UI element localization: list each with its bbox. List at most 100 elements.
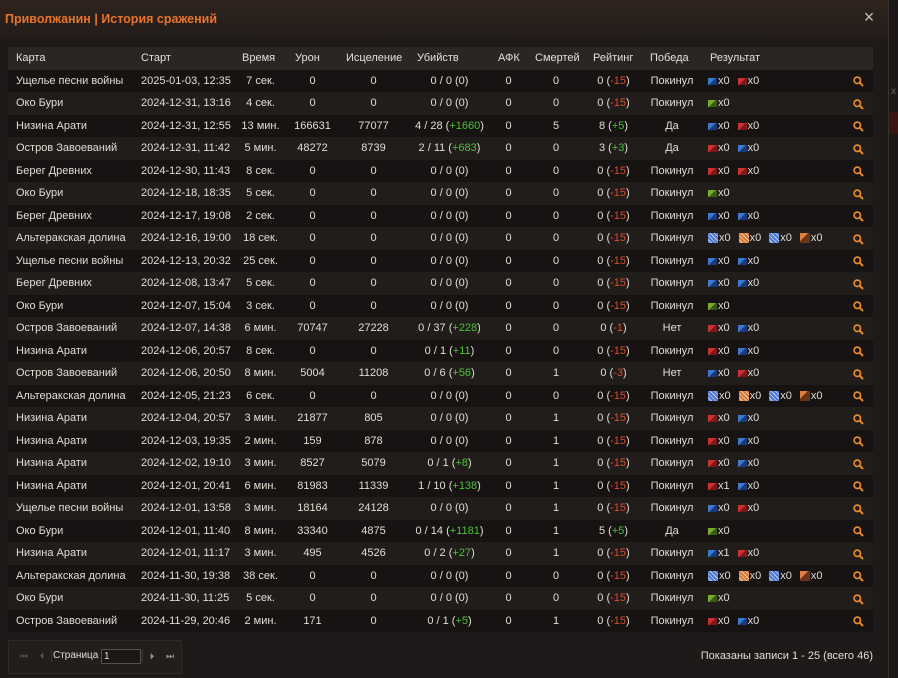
table-row[interactable]: Остров Завоеваний 2024-11-29, 20:46 2 мин.… bbox=[8, 609, 873, 632]
cell-kills: 0 / 2 (+27) bbox=[409, 542, 490, 565]
table-row[interactable]: Око Бури 2024-11-30, 11:25 5 сек. 0 0 0 / 0 (… bbox=[8, 587, 873, 610]
window-titlebar: Приволжанин | История сражений × bbox=[0, 0, 888, 38]
magnifier-icon[interactable] bbox=[843, 564, 873, 587]
column-header-result[interactable]: Результат bbox=[702, 47, 843, 70]
cell-damage: 0 bbox=[287, 339, 338, 362]
flag-count: x0 bbox=[747, 367, 760, 380]
flag-icon bbox=[708, 505, 717, 513]
column-header-start[interactable]: Старт bbox=[133, 47, 234, 70]
column-header-deaths[interactable]: Смертей bbox=[527, 47, 585, 70]
cell-afk: 0 bbox=[490, 227, 527, 250]
result-flag: x0 bbox=[737, 255, 759, 267]
cell-start: 2024-11-30, 11:25 bbox=[133, 587, 234, 610]
magnifier-icon[interactable] bbox=[843, 114, 873, 137]
cell-damage: 48272 bbox=[287, 137, 338, 160]
magnifier-icon[interactable] bbox=[843, 227, 873, 250]
table-row[interactable]: Остров Завоеваний 2024-12-07, 14:38 6 мин.… bbox=[8, 317, 873, 340]
result-flag: x0 bbox=[708, 390, 731, 402]
cell-time: 8 мин. bbox=[234, 519, 287, 542]
magnifier-icon[interactable] bbox=[843, 542, 873, 565]
cell-time: 5 сек. bbox=[234, 587, 287, 610]
table-row[interactable]: Остров Завоеваний 2024-12-31, 11:42 5 мин.… bbox=[8, 137, 873, 160]
table-row[interactable]: Альтеракская долина 2024-12-16, 19:00 18 с… bbox=[8, 227, 873, 250]
column-header-time[interactable]: Время bbox=[234, 47, 287, 70]
column-header-kills[interactable]: Убийств bbox=[409, 47, 490, 70]
flag-icon bbox=[737, 325, 747, 333]
magnifier-icon[interactable] bbox=[843, 384, 873, 407]
magnifier-icon[interactable] bbox=[843, 159, 873, 182]
magnifier-icon[interactable] bbox=[843, 407, 873, 430]
table-row[interactable]: Низина Арати 2024-12-01, 20:41 6 мин. 81983… bbox=[8, 474, 873, 497]
table-row[interactable]: Низина Арати 2024-12-31, 12:55 13 мин. 1666… bbox=[8, 114, 873, 137]
flag-count: x0 bbox=[718, 592, 730, 605]
table-row[interactable]: Ущелье песни войны 2024-12-01, 13:58 3 мин… bbox=[8, 497, 873, 520]
flag-icon bbox=[708, 145, 717, 153]
table-row[interactable]: Низина Арати 2024-12-04, 20:57 3 мин. 21877… bbox=[8, 407, 873, 430]
magnifier-icon[interactable] bbox=[843, 609, 873, 632]
magnifier-icon[interactable] bbox=[843, 429, 873, 452]
table-row[interactable]: Ущелье песни войны 2024-12-13, 20:32 25 се… bbox=[8, 249, 873, 272]
next-page-icon[interactable]: ⏵ bbox=[145, 649, 159, 663]
magnifier-icon[interactable] bbox=[843, 92, 873, 115]
cell-win: Покинул bbox=[642, 497, 702, 520]
magnifier-icon[interactable] bbox=[843, 249, 873, 272]
flag-count: x0 bbox=[747, 119, 760, 132]
magnifier-icon[interactable] bbox=[843, 204, 873, 227]
table-row[interactable]: Берег Древних 2024-12-08, 13:47 5 сек. 0 0 0 … bbox=[8, 272, 873, 295]
magnifier-icon[interactable] bbox=[843, 474, 873, 497]
magnifier-icon[interactable] bbox=[843, 317, 873, 340]
table-row[interactable]: Око Бури 2024-12-31, 13:16 4 сек. 0 0 0 / 0 (… bbox=[8, 92, 873, 115]
magnifier-icon[interactable] bbox=[843, 497, 873, 520]
table-row[interactable]: Око Бури 2024-12-01, 11:40 8 мин. 33340 4875… bbox=[8, 519, 873, 542]
table-row[interactable]: Альтеракская долина 2024-12-05, 21:23 6 се… bbox=[8, 384, 873, 407]
cell-result: x0 x0 bbox=[702, 159, 843, 182]
cell-damage: 495 bbox=[287, 542, 338, 565]
cell-afk: 0 bbox=[490, 69, 527, 92]
result-flag: x0 bbox=[737, 277, 759, 289]
column-header-heal[interactable]: Исцеление bbox=[338, 47, 409, 70]
cell-win: Да bbox=[642, 114, 702, 137]
flag-count: x0 bbox=[810, 569, 823, 582]
column-header-afk[interactable]: АФК bbox=[490, 47, 527, 70]
cell-result: x0 x0 bbox=[702, 497, 843, 520]
rating-delta: -15 bbox=[610, 434, 627, 447]
prev-page-icon[interactable]: ⏴ bbox=[35, 649, 49, 663]
table-row[interactable]: Берег Древних 2024-12-17, 19:08 2 сек. 0 0 0 … bbox=[8, 204, 873, 227]
magnifier-icon[interactable] bbox=[843, 182, 873, 205]
flag-count: x0 bbox=[749, 569, 762, 582]
table-row[interactable]: Альтеракская долина 2024-11-30, 19:38 38 с… bbox=[8, 564, 873, 587]
result-flag: x0 bbox=[799, 232, 823, 244]
last-page-icon[interactable]: ⏭ bbox=[163, 649, 177, 663]
cell-map: Ущелье песни войны bbox=[8, 69, 133, 92]
table-row[interactable]: Низина Арати 2024-12-02, 19:10 3 мин. 8527 5… bbox=[8, 452, 873, 475]
flag-icon bbox=[708, 347, 717, 355]
column-header-rating[interactable]: Рейтинг bbox=[585, 47, 642, 70]
magnifier-icon[interactable] bbox=[843, 69, 873, 92]
table-row[interactable]: Око Бури 2024-12-07, 15:04 3 сек. 0 0 0 / 0 (… bbox=[8, 294, 873, 317]
table-row[interactable]: Низина Арати 2024-12-06, 20:57 8 сек. 0 0 0 /… bbox=[8, 339, 873, 362]
first-page-icon[interactable]: ⏮ bbox=[17, 649, 31, 663]
cell-win: Покинул bbox=[642, 452, 702, 475]
magnifier-icon[interactable] bbox=[843, 362, 873, 385]
close-icon[interactable]: × bbox=[862, 8, 876, 26]
table-row[interactable]: Ущелье песни войны 2025-01-03, 12:35 7 сек… bbox=[8, 69, 873, 92]
table-row[interactable]: Низина Арати 2024-12-01, 11:17 3 мин. 495 45… bbox=[8, 542, 873, 565]
cell-rating: 0 (-3) bbox=[585, 362, 642, 385]
cell-map: Берег Древних bbox=[8, 204, 133, 227]
cell-heal: 27228 bbox=[338, 317, 409, 340]
magnifier-icon[interactable] bbox=[843, 272, 873, 295]
table-row[interactable]: Остров Завоеваний 2024-12-06, 20:50 8 мин.… bbox=[8, 362, 873, 385]
magnifier-icon[interactable] bbox=[843, 587, 873, 610]
magnifier-icon[interactable] bbox=[843, 137, 873, 160]
table-row[interactable]: Берег Древних 2024-12-30, 11:43 8 сек. 0 0 0 … bbox=[8, 159, 873, 182]
table-row[interactable]: Око Бури 2024-12-18, 18:35 5 сек. 0 0 0 / 0 (… bbox=[8, 182, 873, 205]
column-header-map[interactable]: Карта bbox=[8, 47, 133, 70]
magnifier-icon[interactable] bbox=[843, 294, 873, 317]
magnifier-icon[interactable] bbox=[843, 519, 873, 542]
magnifier-icon[interactable] bbox=[843, 339, 873, 362]
column-header-win[interactable]: Победа bbox=[642, 47, 702, 70]
column-header-damage[interactable]: Урон bbox=[287, 47, 338, 70]
table-row[interactable]: Низина Арати 2024-12-03, 19:35 2 мин. 159 87… bbox=[8, 429, 873, 452]
magnifier-icon[interactable] bbox=[843, 452, 873, 475]
page-number-input[interactable] bbox=[101, 649, 141, 664]
